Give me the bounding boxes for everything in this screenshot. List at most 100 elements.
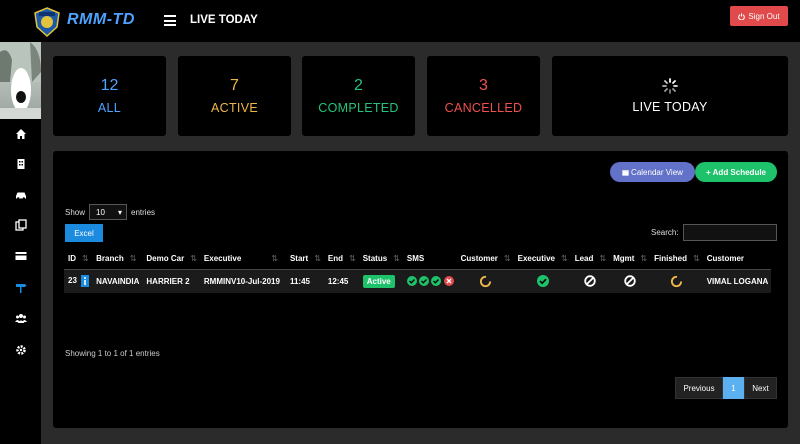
calendar-view-label: Calendar View xyxy=(631,167,683,177)
add-schedule-label: Add Schedule xyxy=(712,167,766,177)
col-header[interactable]: Branch ⇅ xyxy=(92,249,143,270)
next-button[interactable]: Next xyxy=(744,377,777,399)
status-badge: Active xyxy=(362,274,395,288)
table-row[interactable]: 23 NAVAINDIA HARRIER 2 RMMINV10-Jul-2019… xyxy=(64,269,772,293)
x-circle-icon xyxy=(443,276,454,287)
show-label: Show xyxy=(65,207,86,217)
col-header[interactable]: Customer ⇅ xyxy=(456,249,514,270)
sort-icon: ⇅ xyxy=(190,254,197,264)
col-header[interactable]: End ⇅ xyxy=(323,249,359,270)
users-icon[interactable] xyxy=(13,310,29,326)
schedule-table: ID ⇅ Branch ⇅ Demo Car ⇅ Executive ⇅ Start ⇅ … xyxy=(64,249,772,293)
stat-label: ALL xyxy=(97,101,122,115)
stat-label: ACTIVE xyxy=(211,101,258,115)
sort-icon: ⇅ xyxy=(560,254,568,264)
signout-label: Sign Out xyxy=(748,11,780,21)
excel-export-button[interactable]: Excel xyxy=(65,224,103,242)
plus-icon: + xyxy=(705,167,711,177)
col-header[interactable]: Lead ⇅ xyxy=(570,249,610,270)
stat-count: 12 xyxy=(100,77,119,94)
cell-customer-name: VIMAL LOGANA xyxy=(702,269,772,293)
col-header[interactable]: Executive ⇅ xyxy=(513,249,571,270)
check-circle-icon xyxy=(406,276,417,287)
sidebar xyxy=(0,42,41,444)
col-header[interactable]: Start ⇅ xyxy=(285,249,324,270)
cell-executive: RMMINV10-Jul-2019 xyxy=(199,269,286,293)
col-header[interactable]: SMS xyxy=(402,249,457,270)
signpost-icon[interactable] xyxy=(13,279,29,295)
col-header[interactable]: Mgmt ⇅ xyxy=(609,249,651,270)
stat-card-live-today[interactable]: LIVE TODAY xyxy=(552,56,788,136)
home-icon[interactable] xyxy=(13,126,29,142)
check-circle-icon xyxy=(431,276,442,287)
logo-icon xyxy=(34,7,60,37)
sort-icon: ⇅ xyxy=(129,254,137,264)
credit-card-icon[interactable] xyxy=(13,248,29,264)
page-size-select[interactable]: 10 ▾ xyxy=(89,204,128,220)
cell-status: Active xyxy=(358,269,403,293)
pending-spinner-icon xyxy=(480,275,492,287)
stat-count: 2 xyxy=(354,77,363,94)
sort-icon: ⇅ xyxy=(271,254,278,264)
live-today-label: LIVE TODAY xyxy=(632,100,708,114)
sort-icon: ⇅ xyxy=(599,254,607,264)
page-size-control: Show 10 ▾ entries xyxy=(65,204,155,220)
ban-icon xyxy=(624,275,636,287)
col-header[interactable]: ID ⇅ xyxy=(64,249,93,270)
col-header[interactable]: Status ⇅ xyxy=(358,249,403,270)
stat-card-active[interactable]: 7 ACTIVE xyxy=(178,56,291,136)
search-input[interactable] xyxy=(683,224,777,241)
details-icon[interactable] xyxy=(81,275,90,288)
cell-end: 12:45 xyxy=(323,269,359,293)
gear-icon[interactable] xyxy=(13,342,29,358)
stat-label: CANCELLED xyxy=(444,101,523,115)
app-name: RMM-TD xyxy=(67,11,135,28)
menu-toggle-icon[interactable] xyxy=(164,15,176,26)
cell-sms xyxy=(402,269,457,293)
sort-icon: ⇅ xyxy=(640,254,648,264)
stat-card-completed[interactable]: 2 COMPLETED xyxy=(302,56,415,136)
building-icon[interactable] xyxy=(13,156,29,172)
entries-label: entries xyxy=(131,207,156,217)
col-header[interactable]: Demo Car ⇅ xyxy=(142,249,200,270)
cell-finished-status xyxy=(650,269,703,293)
signout-button[interactable]: Sign Out xyxy=(730,6,788,26)
page-1-button[interactable]: 1 xyxy=(723,377,744,399)
sort-icon: ⇅ xyxy=(393,254,400,264)
table-header-row: ID ⇅ Branch ⇅ Demo Car ⇅ Executive ⇅ Start ⇅ … xyxy=(64,249,772,270)
copy-icon[interactable] xyxy=(13,217,29,233)
cell-lead-status xyxy=(570,269,610,293)
ban-icon xyxy=(584,275,597,287)
schedule-panel: Calendar View + Add Schedule Show 10 ▾ e… xyxy=(53,151,788,428)
calendar-view-button[interactable]: Calendar View xyxy=(610,162,695,182)
sort-icon: ⇅ xyxy=(692,254,700,264)
sort-icon: ⇅ xyxy=(314,254,321,264)
check-circle-icon xyxy=(419,276,430,287)
pagination: Previous 1 Next xyxy=(675,377,777,399)
avatar[interactable] xyxy=(0,42,41,119)
cell-executive-status xyxy=(513,269,571,293)
col-header[interactable]: Customer xyxy=(702,249,772,270)
stat-label: COMPLETED xyxy=(318,101,399,115)
add-schedule-button[interactable]: + Add Schedule xyxy=(695,162,777,182)
spinner-icon xyxy=(662,78,678,94)
cell-mgmt-status xyxy=(609,269,651,293)
col-header[interactable]: Finished ⇅ xyxy=(650,249,703,270)
stat-card-cancelled[interactable]: 3 CANCELLED xyxy=(427,56,540,136)
cell-customer-status xyxy=(456,269,514,293)
page-title: LIVE TODAY xyxy=(190,14,258,26)
sort-icon: ⇅ xyxy=(82,254,89,264)
cell-start: 11:45 xyxy=(285,269,324,293)
power-icon xyxy=(738,12,746,20)
top-bar: RMM-TD LIVE TODAY Sign Out xyxy=(0,0,800,42)
previous-button[interactable]: Previous xyxy=(675,377,723,399)
car-icon[interactable] xyxy=(13,187,29,203)
cell-branch: NAVAINDIA xyxy=(92,269,143,293)
page-size-value: 10 xyxy=(96,207,105,217)
col-header[interactable]: Executive ⇅ xyxy=(199,249,286,270)
stat-count: 3 xyxy=(479,77,488,94)
sort-icon: ⇅ xyxy=(349,254,356,264)
chevron-down-icon: ▾ xyxy=(118,207,123,217)
stat-card-all[interactable]: 12 ALL xyxy=(53,56,166,136)
entries-info: Showing 1 to 1 of 1 entries xyxy=(65,349,160,358)
